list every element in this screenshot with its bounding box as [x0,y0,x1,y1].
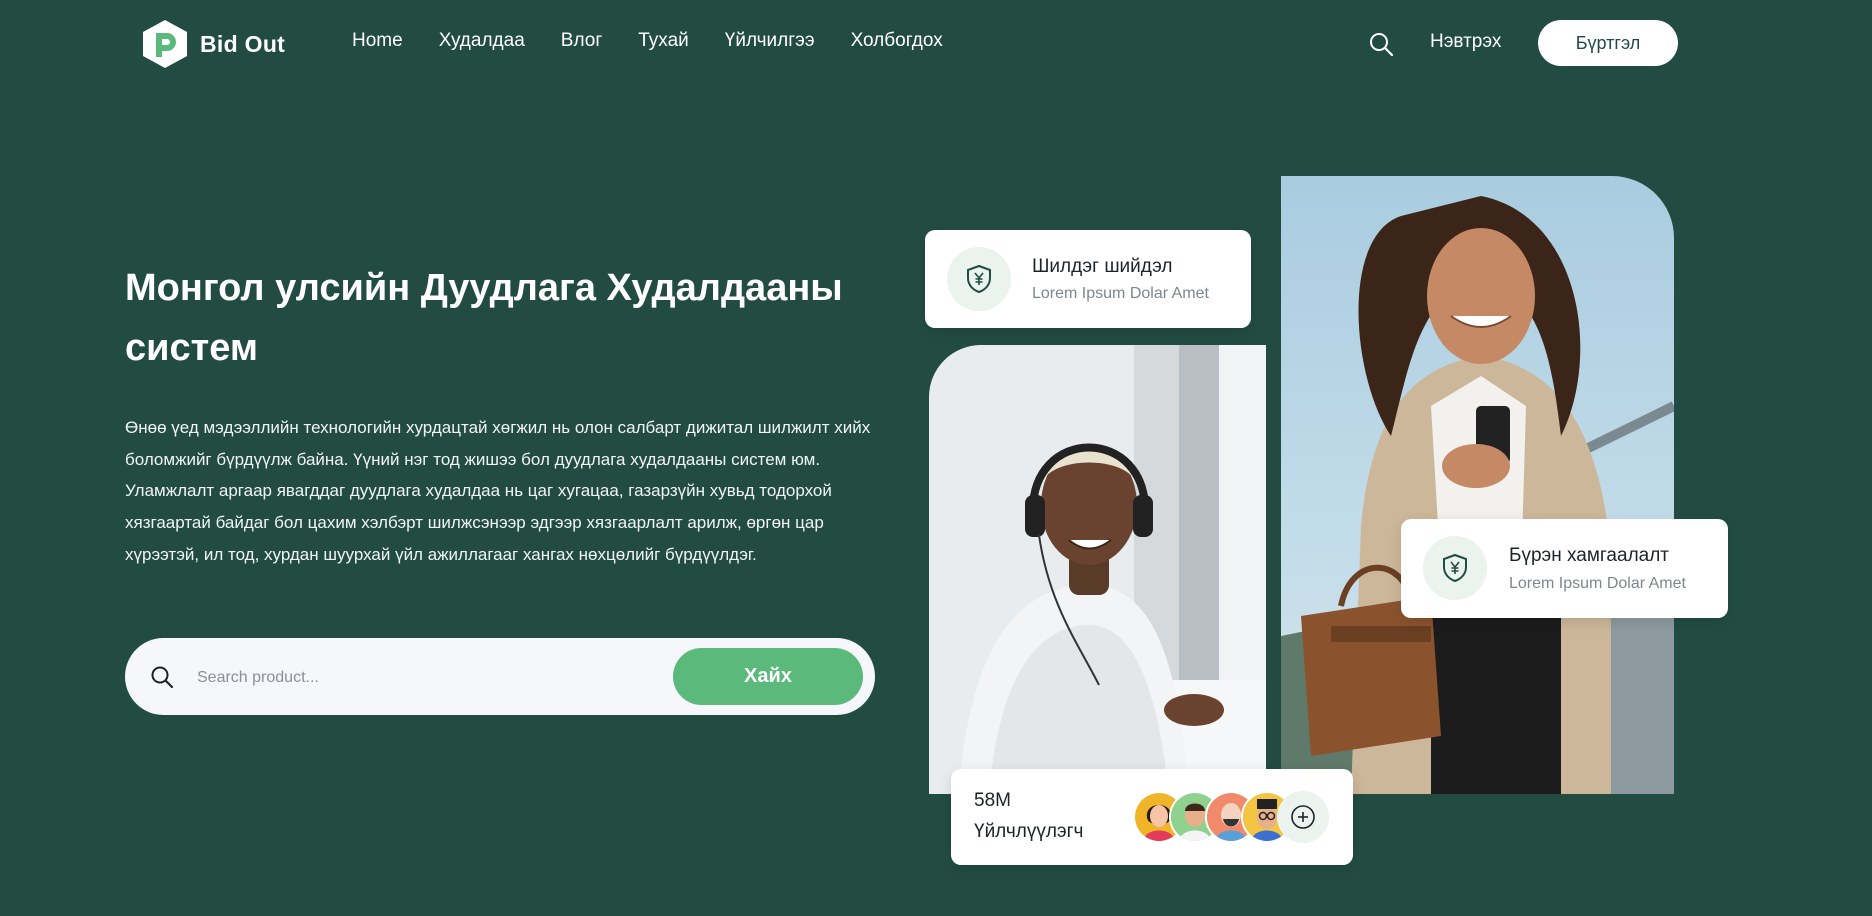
main-nav: Home Худалдаа Влог Тухай Үйлчилгээ Холбо… [352,30,943,52]
photo-man-headphones [929,345,1266,794]
customers-label: Үйлчлүүлэгч [974,821,1084,842]
search-icon [151,666,174,689]
search-button[interactable]: Хайх [673,648,863,705]
customers-card: 58M Үйлчлүүлэгч [951,769,1353,865]
nav-contact[interactable]: Холбогдох [851,30,943,52]
nav-services[interactable]: Үйлчилгээ [725,30,815,52]
plus-circle-icon [1291,805,1315,829]
card-subtitle: Lorem Ipsum Dolar Amet [1509,575,1686,592]
hero-description: Өнөө үед мэдээллийн технологийн хурдацта… [125,418,871,564]
nav-about[interactable]: Тухай [638,30,689,52]
signup-button[interactable]: Бүртгэл [1538,20,1678,66]
card-subtitle: Lorem Ipsum Dolar Amet [1032,285,1209,302]
search-icon[interactable] [1368,31,1394,57]
shield-yen-icon [947,247,1011,311]
brand-name: Bid Out [200,30,286,57]
customers-count: 58M [974,790,1011,811]
full-protection-card: Бүрэн хамгаалалт Lorem Ipsum Dolar Amet [1401,519,1728,618]
nav-blog[interactable]: Влог [561,30,602,52]
shield-yen-icon [1423,536,1487,600]
logo-icon [143,20,187,68]
nav-auctions[interactable]: Худалдаа [439,30,525,52]
login-link[interactable]: Нэвтрэх [1430,31,1501,53]
search-input[interactable] [195,662,659,694]
add-avatar-button[interactable] [1277,791,1329,843]
best-solution-card: Шилдэг шийдэл Lorem Ipsum Dolar Amet [925,230,1251,328]
hero-title: Монгол улсийн Дуудлага Худалдааны систем [125,267,843,369]
card-title: Шилдэг шийдэл [1032,256,1173,277]
avatar-group [1133,791,1343,843]
brand-logo[interactable]: Bid Out [142,19,285,69]
nav-home[interactable]: Home [352,30,403,52]
product-search-bar: Хайх [125,638,875,715]
card-title: Бүрэн хамгаалалт [1509,545,1670,566]
photo-woman-phone [1281,176,1674,794]
